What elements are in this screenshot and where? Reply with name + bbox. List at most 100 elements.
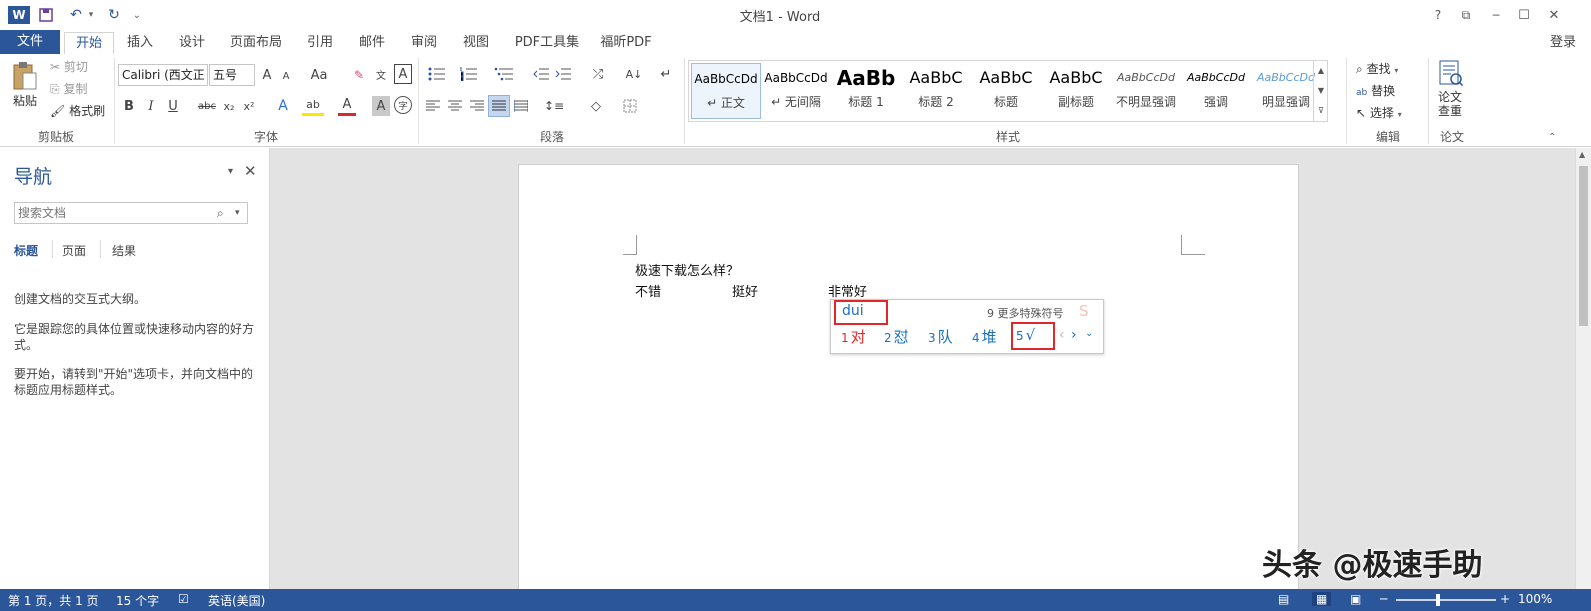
nav-close-icon[interactable]: ✕ (244, 162, 257, 180)
ime-prev-page-icon[interactable]: ‹ (1059, 327, 1065, 343)
align-left-icon[interactable] (424, 96, 442, 116)
zoom-in-icon[interactable]: + (1500, 592, 1510, 606)
align-right-icon[interactable] (468, 96, 486, 116)
status-word-count[interactable]: 15 个字 (116, 592, 159, 609)
web-layout-icon[interactable]: ▣ (1350, 592, 1361, 606)
show-marks-icon[interactable]: ↵ (658, 64, 674, 84)
scroll-up-icon[interactable]: ▲ (1579, 150, 1585, 159)
superscript-icon[interactable]: x² (240, 96, 258, 116)
tab-home[interactable]: 开始 (64, 32, 114, 55)
ime-candidate[interactable]: 4堆 (972, 326, 997, 347)
phonetic-guide-icon[interactable]: 文 (372, 64, 390, 84)
line-spacing-icon[interactable]: ↕≡ (540, 96, 568, 116)
bullets-icon[interactable] (424, 64, 450, 84)
nav-tab-pages[interactable]: 页面 (62, 242, 86, 259)
shading-icon[interactable]: ◇ (582, 96, 610, 116)
style-subtitle[interactable]: AaBbC 副标题 (1041, 63, 1111, 119)
style-intense-emphasis[interactable]: AaBbCcDd 明显强调 (1251, 63, 1321, 119)
shrink-font-icon[interactable]: A (279, 68, 293, 84)
find-button[interactable]: ⌕ 查找 ▾ (1356, 60, 1416, 78)
style-heading-1[interactable]: AaBb 标题 1 (831, 63, 901, 119)
numbering-icon[interactable] (456, 64, 482, 84)
replace-button[interactable]: ab 替换 (1356, 82, 1416, 100)
italic-icon[interactable]: I (142, 96, 160, 116)
distributed-icon[interactable] (512, 96, 530, 116)
sort-icon[interactable]: A↓ (624, 64, 644, 84)
close-icon[interactable]: ✕ (1544, 6, 1564, 24)
ime-candidate[interactable]: 2怼 (884, 326, 909, 347)
nav-tab-results[interactable]: 结果 (112, 242, 136, 259)
style-heading-2[interactable]: AaBbC 标题 2 (901, 63, 971, 119)
font-size-select[interactable]: 五号 (209, 64, 255, 86)
vertical-scrollbar[interactable]: ▲ (1575, 148, 1591, 589)
minimize-icon[interactable]: ─ (1486, 6, 1506, 24)
maximize-icon[interactable]: ☐ (1514, 6, 1534, 24)
login-link[interactable]: 登录 (1538, 32, 1588, 54)
align-center-icon[interactable] (446, 96, 464, 116)
nav-tab-headings[interactable]: 标题 (14, 242, 38, 259)
chinese-layout-icon[interactable]: ⤮ (586, 64, 610, 84)
highlight-icon[interactable]: ab (302, 96, 324, 116)
paste-button[interactable]: 粘贴 (8, 60, 42, 108)
change-case-icon[interactable]: Aa (306, 66, 332, 84)
style-no-spacing[interactable]: AaBbCcDd ↵ 无间隔 (761, 63, 831, 119)
proofing-icon[interactable]: ☑ (178, 592, 189, 606)
ime-expand-icon[interactable]: ⌄ (1085, 328, 1093, 339)
select-button[interactable]: ↖ 选择 ▾ (1356, 104, 1416, 122)
tab-file[interactable]: 文件 (0, 30, 60, 54)
text-effects-icon[interactable]: A (274, 96, 292, 116)
style-normal[interactable]: AaBbCcDd ↵ 正文 (691, 63, 761, 119)
ribbon-display-icon[interactable]: ⧉ (1456, 6, 1476, 24)
undo-dropdown-icon[interactable]: ▾ (86, 6, 96, 24)
zoom-out-icon[interactable]: ─ (1380, 592, 1387, 606)
save-icon[interactable] (36, 6, 56, 24)
customize-toolbar-icon[interactable]: ⌄ (130, 6, 144, 24)
status-language[interactable]: 英语(美国) (208, 592, 265, 609)
char-shading-icon[interactable]: A (372, 96, 390, 116)
ime-candidate[interactable]: 1对 (841, 326, 866, 347)
grow-font-icon[interactable]: A (259, 66, 275, 84)
nav-search-input[interactable]: 搜索文档 ⌕ ▾ (14, 202, 248, 224)
tab-design[interactable]: 设计 (170, 32, 214, 54)
char-border-icon[interactable]: A (394, 64, 412, 84)
enclose-char-icon[interactable]: 字 (394, 96, 412, 114)
chevron-down-icon[interactable]: ▾ (235, 203, 240, 223)
clear-format-icon[interactable]: ✎ (350, 66, 368, 84)
style-title[interactable]: AaBbC 标题 (971, 63, 1041, 119)
nav-options-icon[interactable]: ▾ (228, 166, 233, 177)
tab-pdf-tools[interactable]: PDF工具集 (508, 32, 586, 54)
strikethrough-icon[interactable]: abc (196, 96, 218, 116)
tab-view[interactable]: 视图 (454, 32, 498, 54)
format-painter-button[interactable]: 🖌 格式刷 (50, 102, 116, 120)
word-logo-icon[interactable]: W (8, 6, 30, 24)
ime-candidate[interactable]: 3队 (928, 326, 953, 347)
zoom-slider-thumb[interactable] (1436, 594, 1440, 606)
bold-icon[interactable]: B (120, 96, 138, 116)
copy-button[interactable]: ⎘ 复制 (50, 80, 110, 98)
ime-next-page-icon[interactable]: › (1071, 327, 1077, 343)
undo-icon[interactable]: ↶ (66, 6, 86, 24)
ime-more-symbols[interactable]: 9 更多特殊符号 (987, 305, 1064, 321)
ime-input-text[interactable]: dui (842, 303, 864, 319)
help-icon[interactable]: ? (1428, 6, 1448, 24)
borders-icon[interactable] (616, 96, 644, 116)
tab-insert[interactable]: 插入 (118, 32, 162, 54)
font-color-icon[interactable]: A (338, 96, 356, 116)
document-page[interactable]: 极速下载怎么样？ 不错 挺好 非常好 (518, 164, 1299, 589)
zoom-slider-track[interactable] (1396, 599, 1496, 601)
zoom-level[interactable]: 100% (1518, 592, 1552, 606)
tab-references[interactable]: 引用 (298, 32, 342, 54)
tab-review[interactable]: 审阅 (402, 32, 446, 54)
underline-icon[interactable]: U (164, 96, 182, 116)
tab-layout[interactable]: 页面布局 (222, 32, 290, 54)
style-emphasis[interactable]: AaBbCcDd 强调 (1181, 63, 1251, 119)
redo-icon[interactable]: ↻ (104, 6, 124, 24)
status-page-count[interactable]: 第 1 页，共 1 页 (8, 592, 99, 609)
tab-foxit-pdf[interactable]: 福昕PDF (594, 32, 658, 54)
font-name-select[interactable]: Calibri (西文正 (118, 64, 208, 86)
cut-button[interactable]: ✂ 剪切 (50, 58, 110, 76)
style-subtle-emphasis[interactable]: AaBbCcDd 不明显强调 (1111, 63, 1181, 119)
ime-candidate[interactable]: 5 √ (1016, 326, 1035, 344)
justify-icon[interactable] (488, 95, 510, 117)
styles-scroll[interactable]: ▲ ▼ ⊽ (1313, 61, 1328, 121)
